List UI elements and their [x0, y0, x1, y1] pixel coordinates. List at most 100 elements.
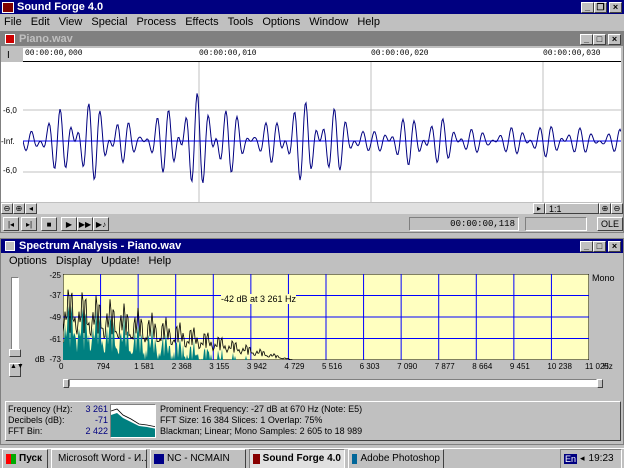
taskbar-item-nc[interactable]: NC - NCMAIN — [150, 448, 246, 468]
db-unit-label: dB — [35, 355, 45, 364]
taskbar-item-word[interactable]: Microsoft Word - И... — [51, 448, 147, 468]
wave-minimize-button[interactable]: _ — [580, 33, 593, 45]
close-button[interactable]: × — [609, 1, 622, 13]
db-label: -Inf. — [1, 137, 15, 146]
nc-icon — [154, 453, 164, 464]
zoom-in-icon[interactable]: ⊕ — [13, 202, 25, 214]
taskbar-item-soundforge[interactable]: Sound Forge 4.0 — [249, 448, 345, 468]
menu-item-view[interactable]: View — [59, 16, 83, 28]
zoom-out-time-icon[interactable]: ⊖ — [611, 202, 623, 214]
status-panel: Frequency (Hz): 3 261 Decibels (dB): -71… — [5, 401, 621, 441]
start-button[interactable]: Пуск — [2, 448, 48, 468]
taskbar-item-label: Microsoft Word - И... — [58, 453, 147, 464]
spectrum-close-button[interactable]: × — [608, 240, 621, 252]
wave-window: Piano.wav _ □ × 00:00:00,000 00:00:00,01… — [0, 31, 624, 233]
timeline-ruler[interactable]: 00:00:00,000 00:00:00,010 00:00:00,020 0… — [23, 48, 621, 62]
menu-item-window[interactable]: Window — [309, 16, 348, 28]
speaker-icon[interactable]: ◂ — [580, 453, 585, 464]
spectrum-menu-item-help[interactable]: Help — [149, 255, 172, 267]
fft-bin-label: FFT Bin: — [8, 426, 43, 436]
x-tick: 7 090 — [397, 362, 418, 371]
spectrum-maximize-button[interactable]: □ — [593, 240, 606, 252]
decibels-label: Decibels (dB): — [8, 415, 65, 425]
scroll-left-icon[interactable]: ◂ — [25, 202, 37, 214]
taskbar-item-label: Adobe Photoshop — [360, 453, 440, 464]
menu-item-help[interactable]: Help — [357, 16, 380, 28]
level-slider-thumb[interactable] — [9, 349, 21, 357]
spectrum-scrollbar[interactable] — [69, 379, 597, 387]
spectrum-scroll-row — [63, 378, 603, 388]
language-indicator[interactable]: En — [564, 453, 578, 464]
menu-item-process[interactable]: Process — [136, 16, 176, 28]
timeline-label: 00:00:00,000 — [25, 49, 83, 58]
spectrum-plot[interactable] — [63, 274, 589, 360]
slider-spin-icon[interactable]: ▲▼ — [9, 363, 24, 377]
x-tick: 10 238 — [547, 362, 572, 371]
timeline-label: 00:00:00,030 — [543, 49, 601, 58]
window-info: Blackman; Linear; Mono Samples: 2 605 to… — [160, 426, 363, 436]
spectrum-x-axis: 0 794 1 581 2 368 3 155 3 942 4 729 5 516 6 303 7… — [59, 362, 623, 374]
wave-window-title: Piano.wav — [19, 33, 73, 45]
x-tick: 794 — [96, 362, 110, 371]
restore-button[interactable]: ❐ — [594, 1, 607, 13]
menu-item-tools[interactable]: Tools — [228, 16, 254, 28]
menu-item-special[interactable]: Special — [91, 16, 127, 28]
wave-window-title-bar: Piano.wav _ □ × — [1, 32, 623, 46]
x-tick: 5 516 — [322, 362, 343, 371]
frequency-label: Frequency (Hz): — [8, 404, 73, 414]
play-icon[interactable]: ▶ — [61, 217, 77, 231]
spectrum-menu-item-display[interactable]: Display — [56, 255, 92, 267]
selection-length-field — [524, 217, 587, 231]
play-looped-icon[interactable]: ▶♪ — [93, 217, 109, 231]
minimize-button[interactable]: _ — [581, 1, 594, 13]
taskbar-item-photoshop[interactable]: Adobe Photoshop — [348, 448, 444, 468]
zoom-in-time-icon[interactable]: ⊕ — [599, 202, 611, 214]
menu-item-options[interactable]: Options — [262, 16, 300, 28]
start-label: Пуск — [19, 453, 43, 464]
spectrum-y-axis: -25 -37 -49 -61 dB -73 — [29, 271, 63, 364]
x-tick: 7 877 — [434, 362, 455, 371]
ole-button[interactable]: OLE — [596, 217, 623, 231]
app-icon[interactable] — [2, 1, 14, 13]
wave-horizontal-scrollbar[interactable] — [37, 202, 533, 214]
menu-item-edit[interactable]: Edit — [31, 16, 50, 28]
spectrum-title-bar: Spectrum Analysis - Piano.wav _ □ × — [1, 239, 623, 253]
waveform-display[interactable] — [23, 62, 621, 202]
spectrum-minimize-button[interactable]: _ — [580, 240, 593, 252]
system-tray: En ◂ 19:23 — [560, 448, 622, 468]
position-readout: 00:00:00,118 — [408, 217, 519, 231]
timeline-label: 00:00:00,010 — [199, 49, 257, 58]
x-tick: 4 729 — [284, 362, 305, 371]
wave-close-button[interactable]: × — [608, 33, 621, 45]
menu-item-file[interactable]: File — [4, 16, 22, 28]
y-tick: -25 — [49, 271, 61, 280]
scroll-right-icon[interactable]: ▸ — [533, 202, 545, 214]
zoom-ratio[interactable]: 1:1 — [545, 202, 599, 214]
x-tick: 0 — [59, 362, 64, 371]
spectrum-scroll-right-icon[interactable] — [597, 378, 603, 388]
spectrum-menu-item-update[interactable]: Update! — [101, 255, 140, 267]
go-to-end-icon[interactable]: ▸| — [21, 217, 37, 231]
hz-unit-label: Hz — [603, 362, 613, 371]
spectrum-icon[interactable] — [5, 241, 15, 251]
wave-scroll-row: ⊖ ⊕ ◂ ▸ 1:1 ⊕ ⊖ — [1, 202, 623, 214]
go-to-start-icon[interactable]: |◂ — [3, 217, 19, 231]
spectrum-menu-item-options[interactable]: Options — [9, 255, 47, 267]
mono-label: Mono — [592, 273, 615, 283]
play-all-icon[interactable]: ▶▶ — [77, 217, 93, 231]
prominent-frequency: Prominent Frequency: -27 dB at 670 Hz (N… — [160, 404, 363, 414]
stop-icon[interactable]: ■ — [41, 217, 57, 231]
x-tick: 9 451 — [509, 362, 530, 371]
x-tick: 3 942 — [246, 362, 267, 371]
wav-file-icon[interactable] — [5, 34, 15, 44]
cursor-marker-icon: I — [7, 50, 10, 61]
wave-maximize-button[interactable]: □ — [593, 33, 606, 45]
zoom-out-icon[interactable]: ⊖ — [1, 202, 13, 214]
level-slider[interactable] — [11, 277, 19, 357]
x-tick: 2 368 — [171, 362, 192, 371]
fft-bin-value: 2 422 — [85, 426, 108, 436]
cursor-readout: -42 dB at 3 261 Hz — [221, 294, 297, 304]
mini-spectrum-thumbnail — [110, 404, 156, 438]
decibels-value: -71 — [94, 415, 108, 425]
menu-item-effects[interactable]: Effects — [185, 16, 218, 28]
